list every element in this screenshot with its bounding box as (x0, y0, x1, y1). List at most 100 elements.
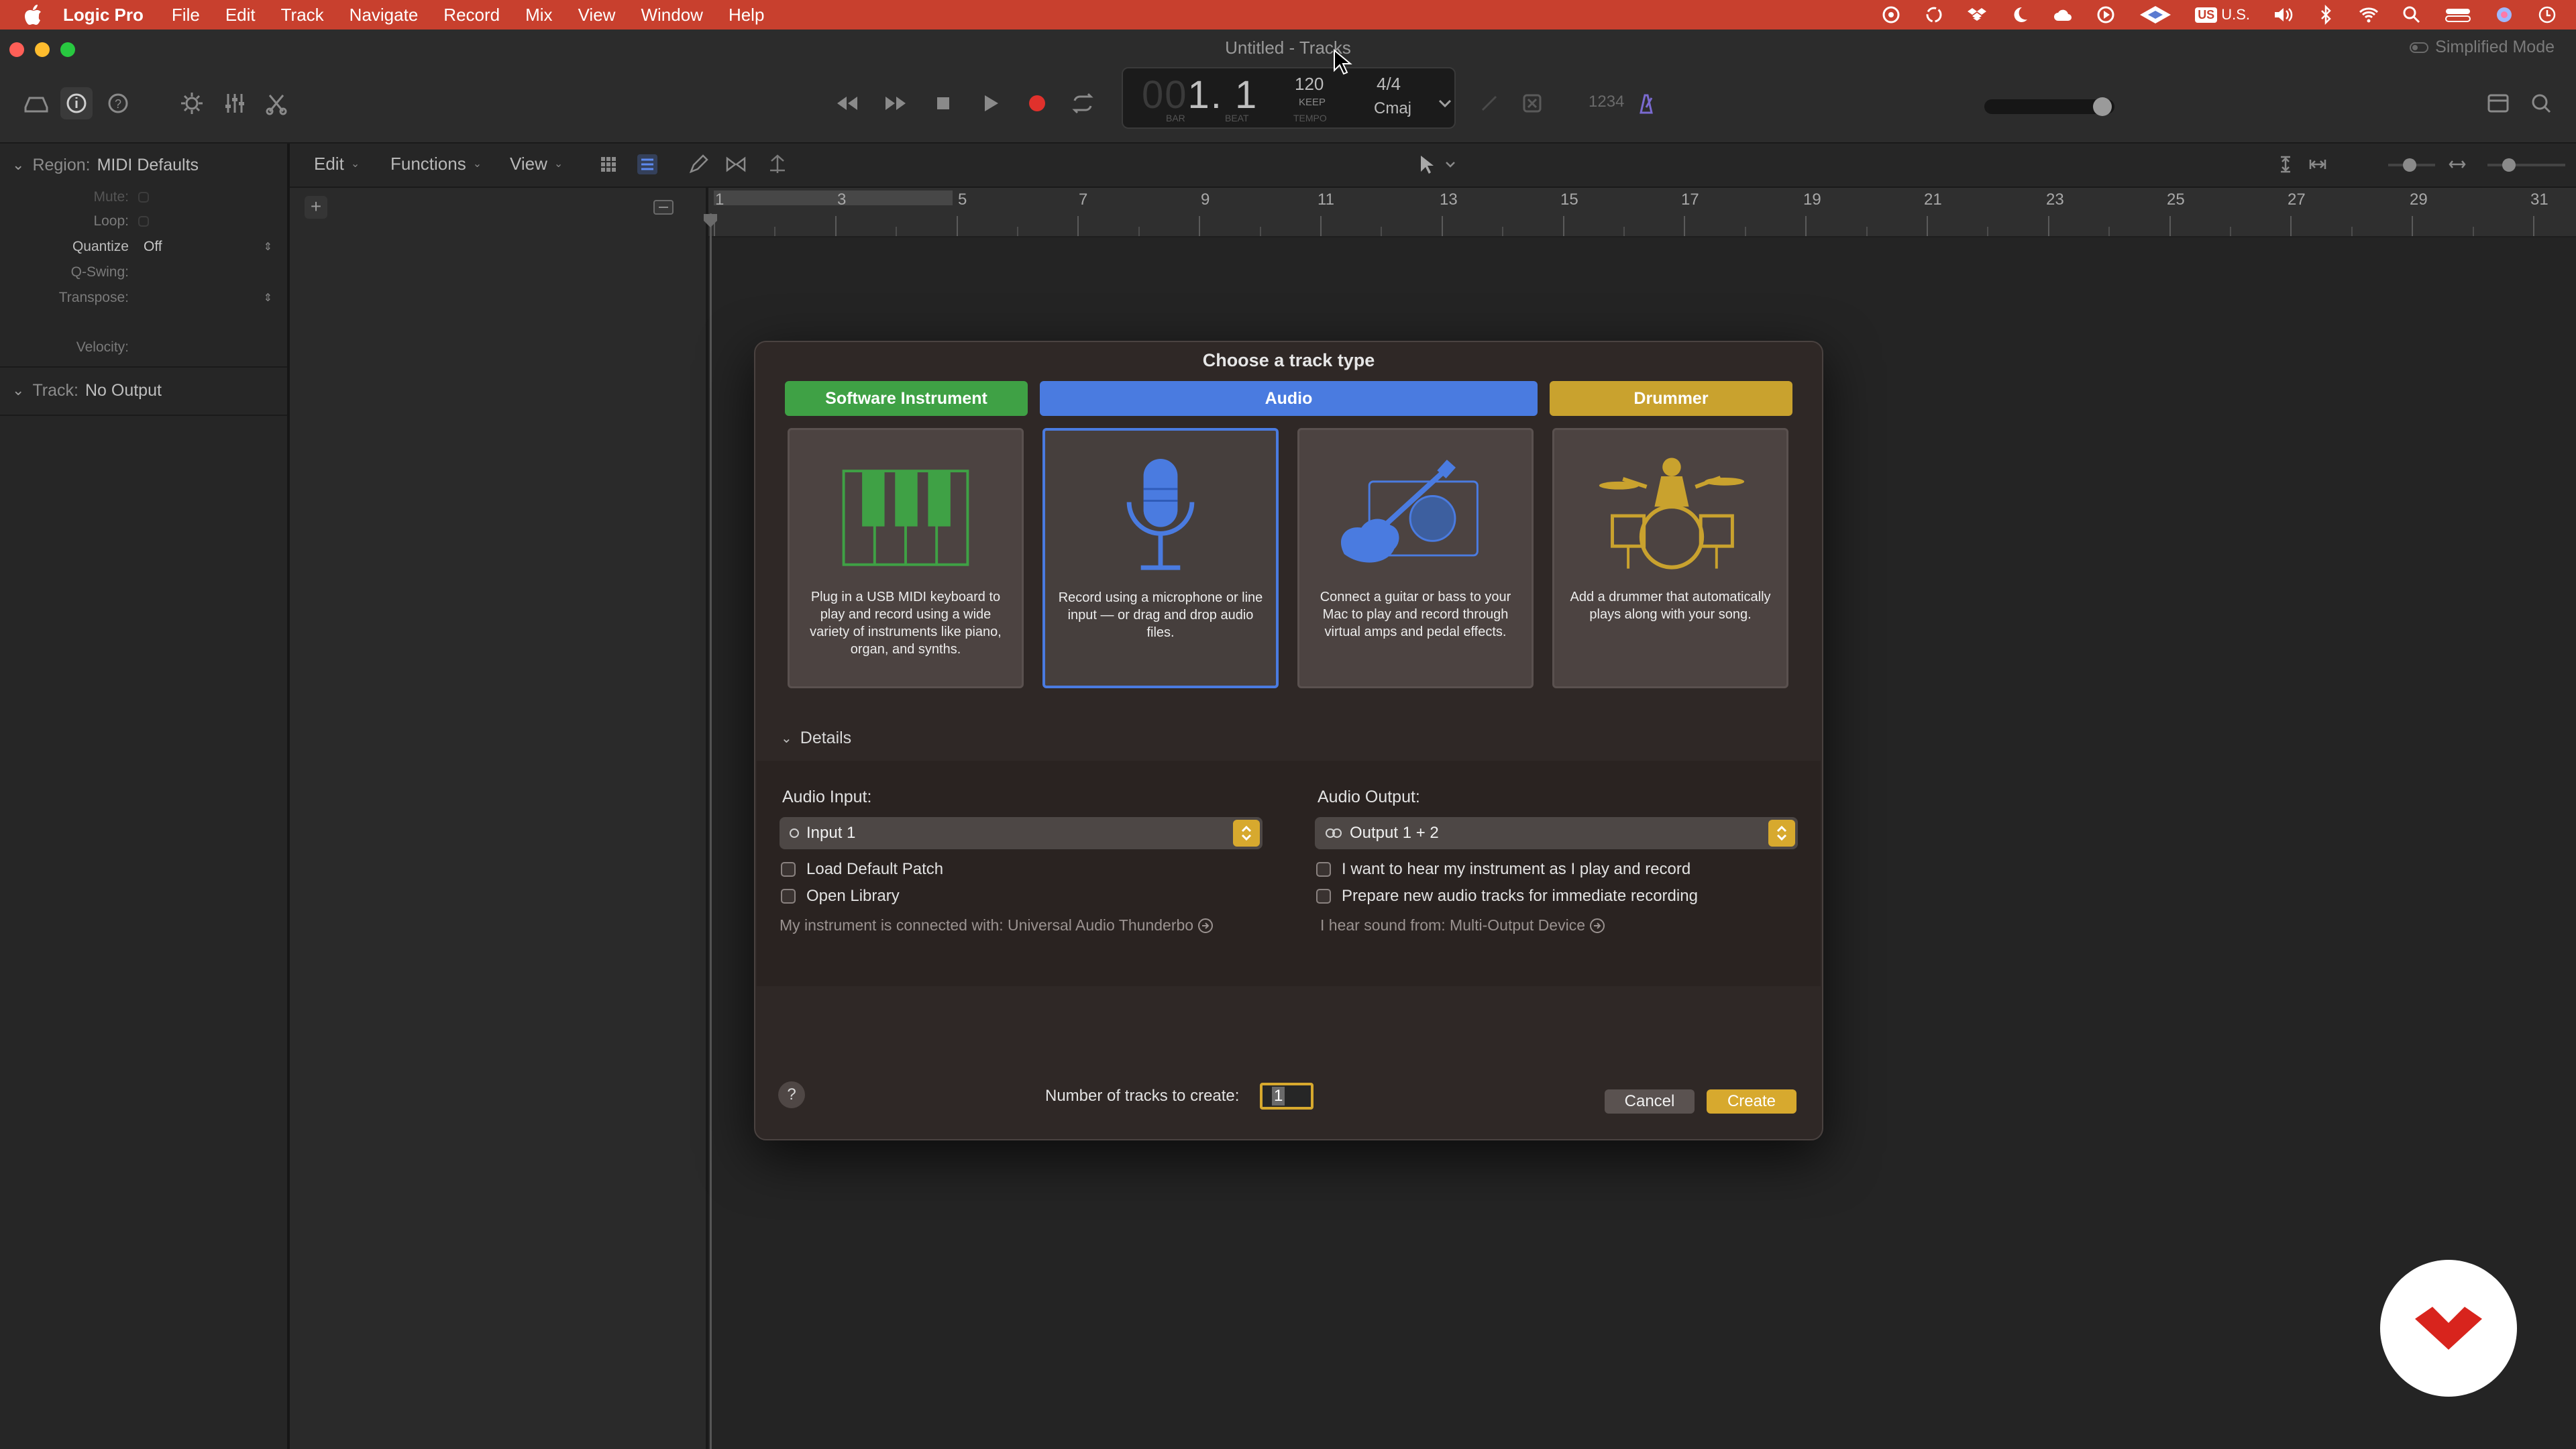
card-software-instrument[interactable]: Plug in a USB MIDI keyboard to play and … (788, 428, 1024, 688)
menu-view[interactable]: View (578, 5, 616, 25)
play-icon[interactable] (974, 87, 1006, 119)
tab-audio[interactable]: Audio (1040, 381, 1538, 416)
editors-icon[interactable] (260, 87, 292, 119)
cancel-button[interactable]: Cancel (1605, 1089, 1695, 1114)
pointer-tool-icon[interactable] (1414, 152, 1440, 177)
control-center-icon[interactable] (2445, 5, 2471, 25)
load-default-patch-option[interactable]: Load Default Patch (781, 860, 943, 879)
menu-edit[interactable]: Edit (225, 5, 256, 25)
waveform-zoom-icon[interactable] (2445, 152, 2470, 177)
help-button[interactable]: ? (778, 1081, 805, 1108)
ruler[interactable]: 1 3 5 7 9 11 13 15 17 19 21 23 25 27 29 … (708, 188, 2576, 237)
lcd-key[interactable]: Cmaj (1374, 99, 1411, 118)
play-circle-icon[interactable] (2096, 5, 2116, 25)
menu-help[interactable]: Help (729, 5, 764, 25)
horizontal-zoom-knob[interactable] (2502, 158, 2516, 172)
horizontal-zoom-icon[interactable] (2305, 152, 2330, 177)
cycle-region[interactable] (714, 191, 953, 205)
sync-icon[interactable] (1924, 5, 1944, 25)
catch-icon[interactable] (765, 152, 790, 177)
flex-icon[interactable] (723, 152, 749, 177)
add-track-button[interactable]: + (305, 196, 327, 219)
mixer-icon[interactable] (219, 87, 251, 119)
solo-icon[interactable] (1516, 87, 1548, 119)
load-default-patch-checkbox[interactable] (781, 862, 796, 877)
tab-drummer[interactable]: Drummer (1550, 381, 1792, 416)
dropbox-icon[interactable] (1967, 5, 1987, 25)
menu-window[interactable]: Window (641, 5, 702, 25)
volume-icon[interactable] (2273, 5, 2293, 25)
moon-icon[interactable] (2010, 5, 2030, 25)
browser-icon[interactable] (2525, 87, 2557, 119)
arrow-right-circle-icon[interactable] (1589, 918, 1605, 934)
audio-output-select[interactable]: Output 1 + 2 (1315, 817, 1798, 849)
bluetooth-icon[interactable] (2316, 5, 2336, 25)
smart-controls-icon[interactable] (176, 87, 208, 119)
region-inspector-header[interactable]: ⌄ Region: MIDI Defaults (0, 149, 287, 181)
functions-menu[interactable]: Functions ⌄ (390, 150, 482, 177)
card-drummer[interactable]: Add a drummer that automatically plays a… (1552, 428, 1788, 688)
audio-input-select[interactable]: Input 1 (780, 817, 1263, 849)
global-tracks-icon[interactable] (652, 197, 675, 217)
playhead[interactable] (710, 213, 712, 1449)
open-library-checkbox[interactable] (781, 889, 796, 904)
card-audio[interactable]: Record using a microphone or line input … (1042, 428, 1279, 688)
create-button[interactable]: Create (1707, 1089, 1796, 1114)
tuner-icon[interactable] (1473, 87, 1505, 119)
open-library-option[interactable]: Open Library (781, 887, 900, 906)
view-menu[interactable]: View ⌄ (510, 150, 563, 177)
menu-track[interactable]: Track (281, 5, 324, 25)
inspector-row-transpose[interactable]: Transpose: ⇕ (0, 286, 287, 310)
grid-view-icon[interactable] (596, 152, 621, 177)
metronome-icon[interactable] (1630, 87, 1662, 119)
stop-icon[interactable] (927, 87, 959, 119)
card-guitar-bass[interactable]: Connect a guitar or bass to your Mac to … (1297, 428, 1534, 688)
prepare-tracks-option[interactable]: Prepare new audio tracks for immediate r… (1316, 887, 1698, 906)
creative-cloud-icon[interactable] (1881, 5, 1901, 25)
stepper-icon[interactable]: ⇕ (264, 240, 272, 254)
details-disclosure[interactable]: ⌄ Details (781, 729, 851, 748)
loop-checkbox[interactable] (138, 216, 149, 227)
inspector-row-qswing[interactable]: Q-Swing: (0, 260, 287, 284)
inspector-row-loop[interactable]: Loop: (0, 209, 287, 233)
cycle-icon[interactable] (1067, 87, 1099, 119)
clock-icon[interactable] (2537, 5, 2557, 25)
playhead-handle-icon[interactable] (702, 212, 719, 229)
list-editors-icon[interactable] (2482, 87, 2514, 119)
master-volume-knob[interactable] (2093, 97, 2112, 116)
stepper-icon[interactable]: ⇕ (264, 291, 272, 305)
hear-instrument-option[interactable]: I want to hear my instrument as I play a… (1316, 860, 1690, 879)
keyboard-icon[interactable]: US U.S. (2195, 6, 2250, 23)
quantize-value[interactable]: Off (144, 239, 162, 255)
siri-icon[interactable] (2494, 5, 2514, 25)
track-count-input[interactable]: 1 (1260, 1083, 1313, 1110)
spotlight-icon[interactable] (2402, 5, 2422, 25)
tab-software-instrument[interactable]: Software Instrument (785, 381, 1028, 416)
horizontal-zoom-slider[interactable] (2487, 164, 2565, 166)
prepare-tracks-checkbox[interactable] (1316, 889, 1331, 904)
inspector-icon[interactable] (60, 87, 93, 119)
inspector-row-velocity[interactable]: Velocity: (0, 335, 287, 360)
library-icon[interactable] (20, 87, 52, 119)
lcd-time-signature[interactable]: 4/4 (1377, 74, 1401, 95)
hear-instrument-checkbox[interactable] (1316, 862, 1331, 877)
lcd-tempo[interactable]: 120 (1295, 74, 1324, 95)
chevron-down-icon[interactable] (1432, 87, 1458, 119)
vertical-zoom-knob[interactable] (2403, 158, 2416, 172)
menu-file[interactable]: File (172, 5, 200, 25)
fast-forward-icon[interactable] (880, 87, 912, 119)
track-inspector-header[interactable]: ⌄ Track: No Output (0, 374, 287, 407)
quick-help-icon[interactable]: ? (102, 87, 134, 119)
chevron-down-icon[interactable] (1442, 152, 1458, 177)
apple-icon[interactable] (23, 3, 43, 26)
wifi-icon[interactable] (2359, 5, 2379, 25)
list-view-icon[interactable] (635, 152, 660, 177)
record-icon[interactable] (1021, 87, 1053, 119)
cloud-icon[interactable] (2053, 5, 2073, 25)
lcd-display[interactable]: 001. 1 BAR BEAT 120 KEEP TEMPO 4/4 Cmaj (1122, 67, 1456, 129)
menu-app-name[interactable]: Logic Pro (63, 5, 144, 25)
menu-mix[interactable]: Mix (525, 5, 552, 25)
count-in-button[interactable]: 1234 (1589, 93, 1624, 111)
inspector-row-quantize[interactable]: Quantize Off ⇕ (0, 235, 287, 259)
simplified-mode-indicator[interactable]: Simplified Mode (2410, 38, 2555, 57)
